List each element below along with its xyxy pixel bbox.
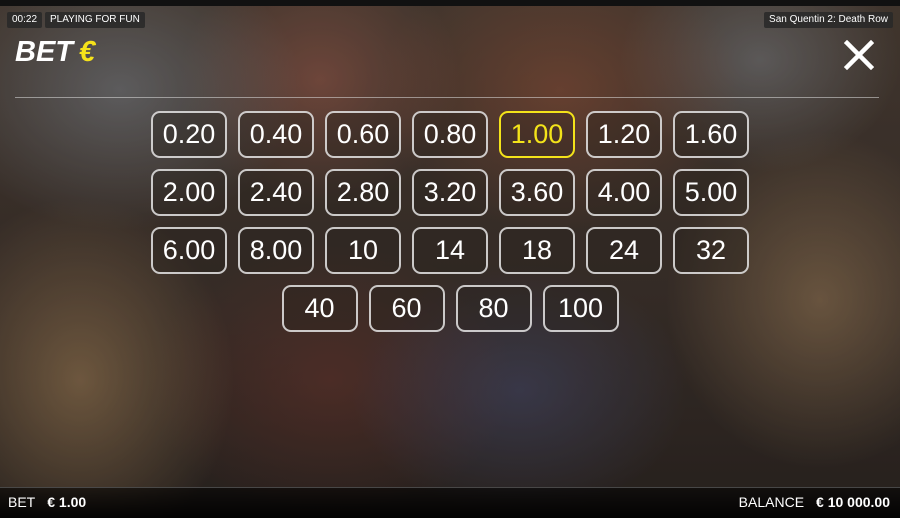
bet-option[interactable]: 100 (542, 285, 619, 332)
bet-options-row: 40 60 80 100 (0, 285, 900, 332)
footer-bet-label: BET (8, 494, 36, 510)
bet-option[interactable]: 3.60 (499, 169, 575, 216)
bet-option[interactable]: 40 (281, 285, 358, 332)
bet-option[interactable]: 5.00 (673, 169, 749, 216)
footer-bet-value: € 1.00 (47, 494, 87, 510)
bet-option[interactable]: 80 (455, 285, 532, 332)
game-title-badge: San Quentin 2: Death Row (764, 12, 893, 28)
bet-options-row: 2.00 2.40 2.80 3.20 3.60 4.00 5.00 (0, 169, 900, 216)
bet-option[interactable]: 0.40 (238, 111, 314, 158)
session-timer: 00:22 (7, 12, 43, 28)
bet-options-row: 0.20 0.40 0.60 0.80 1.00 1.20 1.60 (0, 111, 900, 158)
game-screen: 00:22 PLAYING FOR FUN San Quentin 2: Dea… (0, 0, 900, 518)
bet-panel-title-text: BET (15, 36, 73, 68)
bet-option[interactable]: 0.20 (151, 111, 227, 158)
bet-options-grid: 0.20 0.40 0.60 0.80 1.00 1.20 1.60 2.00 2.40 2.80… (0, 111, 900, 343)
bet-option[interactable]: 3.20 (412, 169, 488, 216)
bet-option[interactable]: 18 (499, 227, 575, 274)
currency-symbol: € (79, 36, 96, 68)
bet-option[interactable]: 4.00 (586, 169, 662, 216)
bet-option[interactable]: 8.00 (238, 227, 314, 274)
footer-balance: BALANCE € 10 000.00 (739, 494, 890, 510)
bet-options-row: 6.00 8.00 10 14 18 24 32 (0, 227, 900, 274)
bet-option[interactable]: 0.80 (412, 111, 488, 158)
bet-option[interactable]: 32 (673, 227, 749, 274)
bet-option[interactable]: 60 (368, 285, 445, 332)
bet-option-selected[interactable]: 1.00 (499, 111, 575, 158)
footer-balance-value: € 10 000.00 (816, 494, 890, 510)
footer-balance-label: BALANCE (738, 494, 805, 510)
close-button[interactable] (843, 39, 875, 71)
bet-option[interactable]: 1.60 (673, 111, 749, 158)
bet-option[interactable]: 2.40 (238, 169, 314, 216)
bet-option[interactable]: 6.00 (151, 227, 227, 274)
bet-panel-title: BET € (15, 36, 95, 69)
top-edge-bar (0, 0, 900, 6)
status-footer: BET € 1.00 BALANCE € 10 000.00 (0, 487, 900, 518)
bet-option[interactable]: 2.80 (325, 169, 401, 216)
bet-option[interactable]: 0.60 (325, 111, 401, 158)
bet-option[interactable]: 2.00 (151, 169, 227, 216)
play-mode-badge: PLAYING FOR FUN (45, 12, 145, 28)
header-divider (15, 97, 879, 98)
close-icon (843, 39, 875, 71)
footer-bet: BET € 1.00 (8, 494, 86, 510)
bet-option[interactable]: 10 (325, 227, 401, 274)
bet-option[interactable]: 24 (586, 227, 662, 274)
bet-option[interactable]: 1.20 (586, 111, 662, 158)
bet-option[interactable]: 14 (412, 227, 488, 274)
